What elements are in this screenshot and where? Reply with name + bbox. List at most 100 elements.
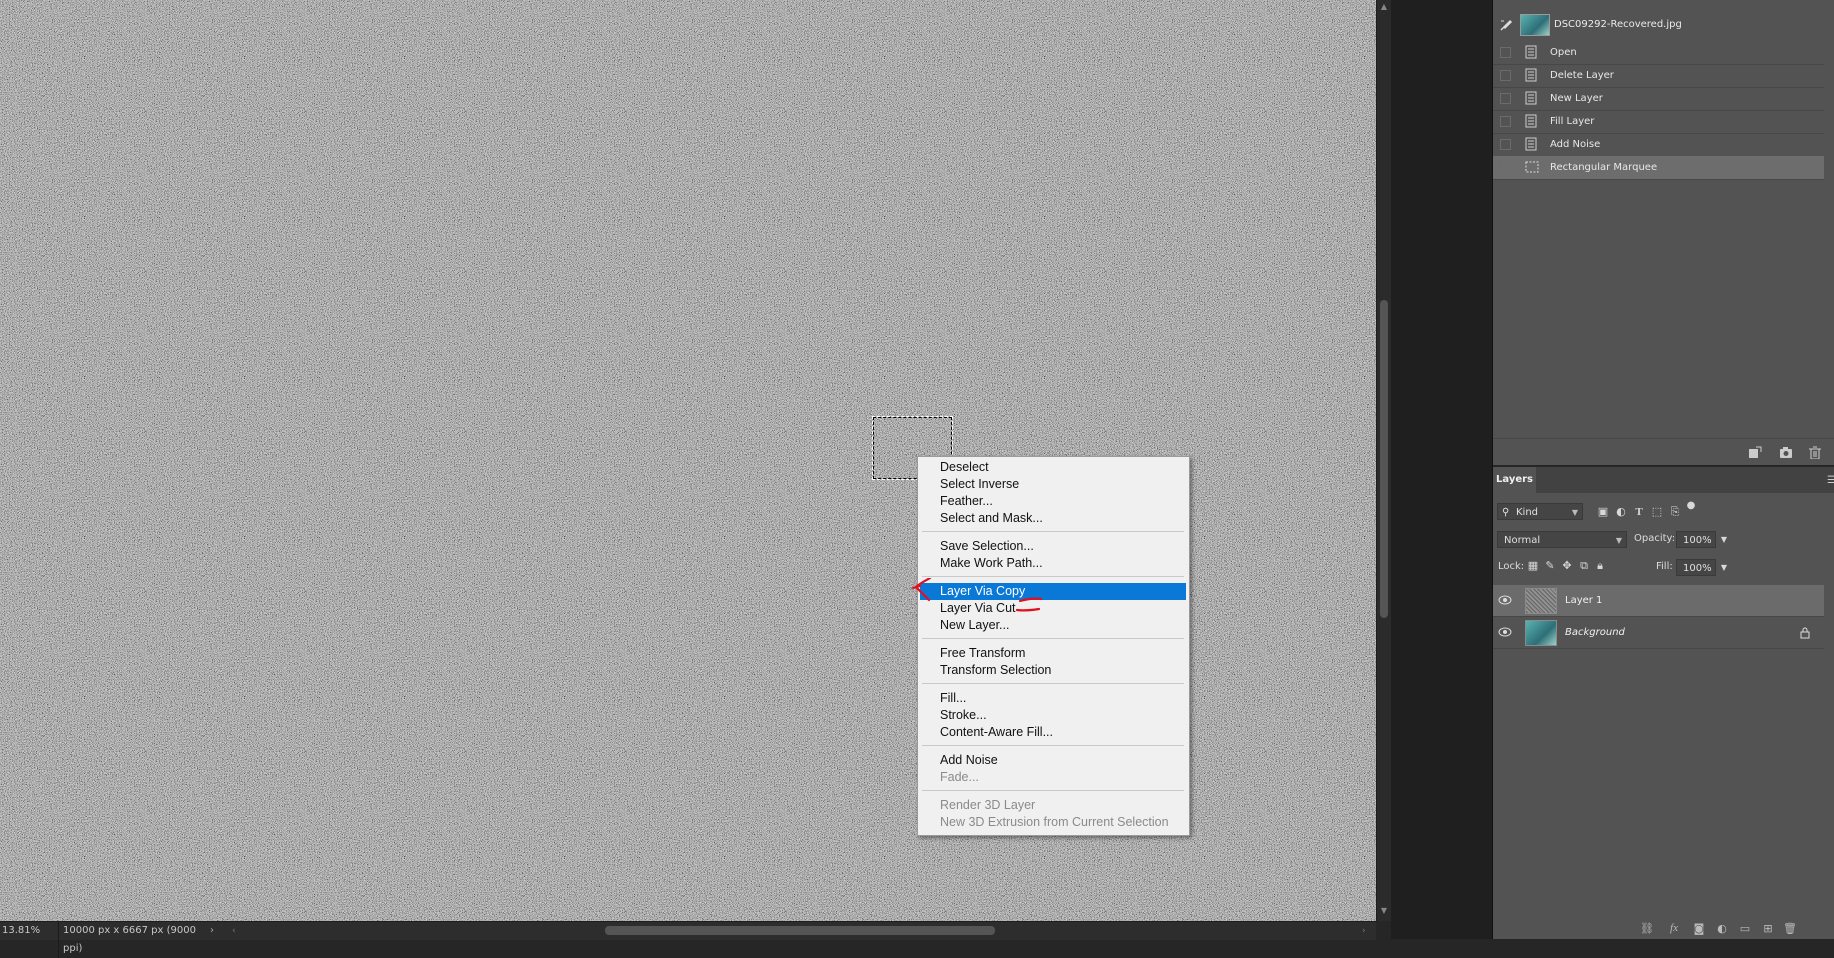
add-mask-icon[interactable]: ◙: [1692, 922, 1706, 935]
blend-mode-dropdown[interactable]: Normal ▼: [1497, 531, 1627, 548]
menu-item-fade: Fade...: [940, 770, 979, 784]
panel-gutter: [1391, 0, 1492, 939]
opacity-chevron-icon[interactable]: ▼: [1717, 533, 1731, 547]
document-icon: [1525, 68, 1537, 82]
history-brush-source-checkbox[interactable]: [1500, 47, 1511, 58]
lock-all-icon[interactable]: 🔒︎: [1593, 559, 1607, 573]
fill-chevron-icon[interactable]: ▼: [1717, 561, 1731, 575]
menu-item-feather[interactable]: Feather...: [920, 493, 1186, 510]
menu-item-new-3d-extrusion: New 3D Extrusion from Current Selection: [940, 815, 1169, 829]
link-layers-icon[interactable]: ⛓︎: [1640, 922, 1654, 935]
history-state-label: Open: [1550, 47, 1577, 58]
menu-item-make-work-path[interactable]: Make Work Path...: [920, 555, 1186, 572]
camera-icon[interactable]: [1779, 446, 1793, 459]
folder-icon[interactable]: ▭: [1738, 922, 1752, 935]
filter-pixel-icon[interactable]: ▣: [1596, 505, 1610, 519]
history-state-rectangular-marquee[interactable]: Rectangular Marquee: [1493, 156, 1824, 180]
filter-smart-object-icon[interactable]: ⎘: [1668, 505, 1682, 519]
eye-icon[interactable]: [1498, 594, 1512, 606]
chevron-down-icon: ▼: [1571, 508, 1578, 517]
layer-name[interactable]: Layer 1: [1565, 585, 1602, 616]
history-brush-source-checkbox[interactable]: [1500, 139, 1511, 150]
layer-filter-kind[interactable]: ⚲ Kind ▼: [1497, 503, 1583, 520]
blend-mode-value: Normal: [1504, 535, 1541, 546]
marquee-icon: [1525, 161, 1539, 173]
red-annotation-marks: [912, 578, 1043, 612]
zoom-level[interactable]: 13.81%: [2, 922, 40, 940]
lock-artboard-icon[interactable]: ⧉: [1577, 559, 1591, 573]
fill-value: 100%: [1683, 563, 1712, 574]
history-snapshot[interactable]: DSC09292-Recovered.jpg: [1493, 10, 1824, 39]
hscroll-right-arrow[interactable]: ›: [1362, 922, 1366, 940]
opacity-field[interactable]: 100%: [1676, 531, 1716, 548]
document-icon: [1525, 45, 1537, 59]
menu-item-save-selection[interactable]: Save Selection...: [920, 538, 1186, 555]
status-more-arrow[interactable]: ›: [210, 922, 214, 940]
document-info: 10000 px x 6667 px (9000 ppi): [58, 922, 209, 958]
lock-label: Lock:: [1498, 561, 1525, 572]
trash-icon[interactable]: 🗑︎: [1783, 922, 1797, 935]
fill-field[interactable]: 100%: [1676, 559, 1716, 576]
new-document-from-state-icon[interactable]: [1748, 446, 1762, 459]
history-state-label: Delete Layer: [1550, 70, 1614, 81]
layer-name[interactable]: Background: [1565, 617, 1625, 648]
menu-item-new-layer[interactable]: New Layer...: [920, 617, 1186, 634]
search-icon: ⚲: [1502, 507, 1510, 518]
fill-label: Fill:: [1656, 561, 1673, 572]
menu-separator: [922, 790, 1184, 791]
layer-row-background[interactable]: Background: [1493, 617, 1824, 649]
layer-row-layer-1[interactable]: Layer 1: [1493, 585, 1824, 617]
history-state-fill-layer[interactable]: Fill Layer: [1493, 110, 1824, 134]
menu-item-stroke[interactable]: Stroke...: [920, 707, 1186, 724]
menu-item-deselect[interactable]: Deselect: [920, 459, 1186, 476]
hscroll-thumb[interactable]: [605, 926, 995, 935]
scroll-up-arrow[interactable]: ▲: [1377, 0, 1391, 14]
adjustment-layer-icon[interactable]: ◐: [1715, 922, 1729, 935]
chevron-down-icon: ▼: [1615, 536, 1622, 545]
menu-item-transform-selection[interactable]: Transform Selection: [920, 662, 1186, 679]
eye-icon[interactable]: [1498, 626, 1512, 638]
history-state-label: Rectangular Marquee: [1550, 162, 1658, 173]
menu-item-fill[interactable]: Fill...: [920, 690, 1186, 707]
menu-item-content-aware-fill[interactable]: Content-Aware Fill...: [920, 724, 1186, 741]
trash-icon[interactable]: [1808, 446, 1822, 459]
history-state-label: New Layer: [1550, 93, 1603, 104]
scroll-down-arrow[interactable]: ▼: [1377, 904, 1391, 918]
document-icon: [1525, 137, 1537, 151]
fx-icon[interactable]: fx: [1667, 922, 1681, 935]
history-footer: [1493, 438, 1834, 466]
history-state-delete-layer[interactable]: Delete Layer: [1493, 64, 1824, 88]
filter-type-icon[interactable]: T: [1632, 505, 1646, 519]
history-brush-source-checkbox[interactable]: [1500, 116, 1511, 127]
layer-thumbnail: [1525, 620, 1557, 646]
history-panel: DSC09292-Recovered.jpg Open Delete Layer…: [1493, 0, 1834, 465]
menu-item-free-transform[interactable]: Free Transform: [920, 645, 1186, 662]
history-state-add-noise[interactable]: Add Noise: [1493, 133, 1824, 157]
new-layer-icon[interactable]: ⊞: [1761, 922, 1775, 935]
history-state-open[interactable]: Open: [1493, 41, 1824, 65]
filter-toggle-icon[interactable]: ●: [1684, 499, 1698, 513]
lock-position-icon[interactable]: ✥: [1560, 559, 1574, 573]
scroll-thumb[interactable]: [1380, 300, 1388, 618]
menu-item-select-inverse[interactable]: Select Inverse: [920, 476, 1186, 493]
document-icon: [1525, 114, 1537, 128]
filter-adjustment-icon[interactable]: ◐: [1614, 505, 1628, 519]
menu-item-add-noise[interactable]: Add Noise: [920, 752, 1186, 769]
panel-menu-icon[interactable]: ☰: [1827, 475, 1834, 486]
canvas-vertical-scrollbar[interactable]: ▲ ▼: [1376, 0, 1391, 921]
menu-item-render-3d-layer: Render 3D Layer: [940, 798, 1036, 812]
tab-layers[interactable]: Layers: [1493, 467, 1536, 493]
opacity-label: Opacity:: [1634, 533, 1676, 544]
status-bar: 13.81% 10000 px x 6667 px (9000 ppi) › ‹…: [0, 921, 1376, 958]
hscroll-left-arrow[interactable]: ‹: [232, 922, 236, 940]
lock-transparent-pixels-icon[interactable]: ▦: [1526, 559, 1540, 573]
history-brush-source-checkbox[interactable]: [1500, 162, 1511, 173]
menu-item-select-and-mask[interactable]: Select and Mask...: [920, 510, 1186, 527]
history-brush-source-checkbox[interactable]: [1500, 93, 1511, 104]
history-state-new-layer[interactable]: New Layer: [1493, 87, 1824, 111]
layer-thumbnail: [1525, 588, 1557, 614]
document-icon: [1525, 91, 1537, 105]
lock-image-pixels-icon[interactable]: ✎: [1543, 559, 1557, 573]
filter-shape-icon[interactable]: ⬚: [1650, 505, 1664, 519]
history-brush-source-checkbox[interactable]: [1500, 70, 1511, 81]
